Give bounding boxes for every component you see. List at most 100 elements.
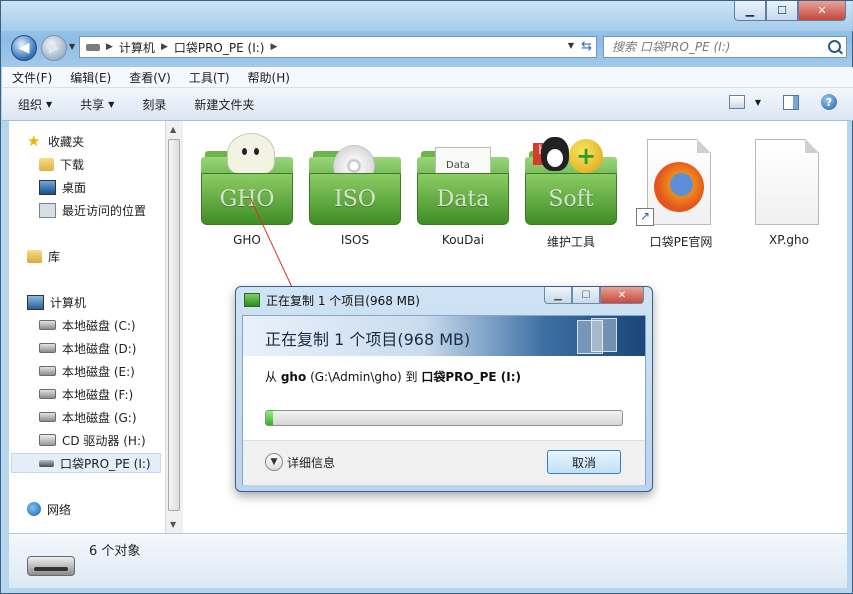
sidebar-item-recent[interactable]: 最近访问的位置 <box>39 200 146 220</box>
sidebar-item-drive-f[interactable]: 本地磁盘 (F:) <box>39 384 133 404</box>
sidebar-item-computer[interactable]: 计算机 <box>27 292 86 312</box>
dialog-banner: 正在复制 1 个项目(968 MB) <box>243 316 645 356</box>
dialog-heading: 正在复制 1 个项目(968 MB) <box>265 330 471 349</box>
copy-icon <box>244 293 260 307</box>
dialog-body: 正在复制 1 个项目(968 MB) 从 gho (G:\Admin\gho) … <box>242 315 646 485</box>
folder-label-art: ISO <box>309 173 401 225</box>
sidebar-item-libraries[interactable]: 库 <box>27 246 60 266</box>
file-name: KouDai <box>441 233 485 247</box>
scroll-up-icon[interactable]: ▲ <box>170 125 176 134</box>
item-count: 6 个对象 <box>89 544 141 559</box>
hard-disk-icon <box>39 389 56 399</box>
usb-drive-icon <box>39 459 54 467</box>
file-name: XP.gho <box>769 233 809 247</box>
sidebar-item-drive-c[interactable]: 本地磁盘 (C:) <box>39 315 136 335</box>
change-view-icon[interactable] <box>728 95 745 109</box>
burn-button[interactable]: 刻录 <box>126 96 178 113</box>
sidebar-item-label: 本地磁盘 (D:) <box>62 341 137 356</box>
cancel-button[interactable]: 取消 <box>547 450 621 474</box>
sidebar-item-favorites[interactable]: ★ 收藏夹 <box>27 131 84 151</box>
sidebar-item-label: 本地磁盘 (E:) <box>62 364 135 379</box>
help-icon[interactable]: ? <box>821 94 837 110</box>
preview-pane-icon[interactable] <box>783 94 799 110</box>
penguin-icon <box>541 137 569 171</box>
forward-button[interactable]: ▶ <box>41 35 67 61</box>
organize-button[interactable]: 组织 ▼ <box>2 96 64 113</box>
menu-bar: 文件(F) 编辑(E) 查看(V) 工具(T) 帮助(H) <box>2 67 853 88</box>
sidebar-item-cd-drive[interactable]: CD 驱动器 (H:) <box>39 430 146 450</box>
sidebar-item-label: 下载 <box>60 157 85 172</box>
sidebar-item-label: 收藏夹 <box>48 134 85 149</box>
recent-pages-dropdown-icon[interactable]: ▼ <box>69 42 75 51</box>
menu-edit[interactable]: 编辑(E) <box>60 69 119 86</box>
computer-icon <box>27 294 44 310</box>
scrollbar-thumb[interactable] <box>168 139 180 511</box>
search-input[interactable]: 搜索 口袋PRO_PE (I:) <box>603 36 847 58</box>
folder-ghost-icon: GHO <box>201 133 293 227</box>
window-panes-graphic <box>577 318 621 354</box>
sidebar-item-downloads[interactable]: 下载 <box>39 154 84 174</box>
search-icon[interactable] <box>828 40 841 53</box>
folder-disc-icon: ISO <box>309 145 401 227</box>
file-name: ISOS <box>340 233 370 247</box>
sidebar-item-drive-d[interactable]: 本地磁盘 (D:) <box>39 338 136 358</box>
sidebar-item-desktop[interactable]: 桌面 <box>39 177 86 197</box>
breadcrumb-separator[interactable]: ▶ <box>106 42 113 52</box>
sidebar-scrollbar[interactable]: ▲ ▼ <box>165 121 183 533</box>
recent-places-icon <box>39 202 56 218</box>
sidebar-item-label: 最近访问的位置 <box>62 203 147 218</box>
folder-data-icon: Data Data <box>417 147 509 227</box>
menu-help[interactable]: 帮助(H) <box>238 69 298 86</box>
share-button[interactable]: 共享 ▼ <box>64 96 126 113</box>
destination-name[interactable]: 口袋PRO_PE (I:) <box>421 370 521 384</box>
minimize-button[interactable]: ▁ <box>734 1 766 21</box>
more-details-toggle[interactable]: ▼ 详细信息 <box>265 453 335 471</box>
scroll-down-icon[interactable]: ▼ <box>170 520 176 529</box>
share-label: 共享 <box>80 97 105 112</box>
close-button[interactable]: ✕ <box>798 1 846 21</box>
source-name[interactable]: gho <box>281 370 306 384</box>
breadcrumb-separator[interactable]: ▶ <box>270 42 277 52</box>
maximize-button[interactable]: ☐ <box>766 1 798 21</box>
desktop-icon <box>39 179 56 195</box>
cd-drive-icon <box>39 434 56 446</box>
breadcrumb-separator[interactable]: ▶ <box>161 42 168 52</box>
copy-progress-dialog: 正在复制 1 个项目(968 MB) ▁ ☐ ✕ 正在复制 1 个项目(968 … <box>235 286 653 492</box>
menu-tools[interactable]: 工具(T) <box>179 69 238 86</box>
chevron-down-icon: ▼ <box>46 99 53 109</box>
address-dropdown-icon[interactable]: ▼ <box>568 41 574 50</box>
sidebar-item-network[interactable]: 网络 <box>27 499 71 519</box>
back-button[interactable]: ◀ <box>11 35 37 61</box>
view-dropdown-icon[interactable]: ▼ <box>755 98 761 107</box>
menu-view[interactable]: 查看(V) <box>119 69 179 86</box>
dialog-title-bar: 正在复制 1 个项目(968 MB) <box>244 291 420 309</box>
sidebar-item-drive-g[interactable]: 本地磁盘 (G:) <box>39 407 137 427</box>
sidebar-item-label: 网络 <box>47 502 72 517</box>
dialog-maximize-button[interactable]: ☐ <box>572 287 600 304</box>
network-icon <box>27 502 41 516</box>
sidebar-item-usb-drive[interactable]: 口袋PRO_PE (I:) <box>11 453 161 473</box>
sidebar-item-drive-e[interactable]: 本地磁盘 (E:) <box>39 361 135 381</box>
star-icon: ★ <box>27 131 41 150</box>
sidebar-item-label: 本地磁盘 (C:) <box>62 318 136 333</box>
source-path: (G:\Admin\gho) <box>310 370 402 384</box>
sidebar-item-label: CD 驱动器 (H:) <box>62 433 146 448</box>
title-bar <box>1 1 853 31</box>
new-folder-button[interactable]: 新建文件夹 <box>178 96 266 113</box>
refresh-icon[interactable]: ⇆ <box>581 39 592 54</box>
dialog-footer: ▼ 详细信息 取消 <box>243 440 645 485</box>
dialog-close-button[interactable]: ✕ <box>600 287 644 304</box>
sidebar-item-label: 本地磁盘 (G:) <box>62 410 137 425</box>
sidebar-item-label: 计算机 <box>50 295 87 310</box>
folder-soft-icon: h + Soft <box>525 137 617 227</box>
dialog-window-controls: ▁ ☐ ✕ <box>544 287 644 304</box>
menu-file[interactable]: 文件(F) <box>2 69 60 86</box>
address-bar[interactable]: ▶ 计算机 ▶ 口袋PRO_PE (I:) ▶ ▼ ⇆ <box>79 36 597 58</box>
usb-drive-icon <box>27 556 75 576</box>
breadcrumb-computer[interactable]: 计算机 <box>119 39 155 56</box>
dialog-minimize-button[interactable]: ▁ <box>544 287 572 304</box>
breadcrumb-usb-drive[interactable]: 口袋PRO_PE (I:) <box>174 39 265 56</box>
burn-label: 刻录 <box>142 97 167 112</box>
hard-disk-icon <box>39 343 56 353</box>
plus-badge-icon: + <box>569 139 603 173</box>
